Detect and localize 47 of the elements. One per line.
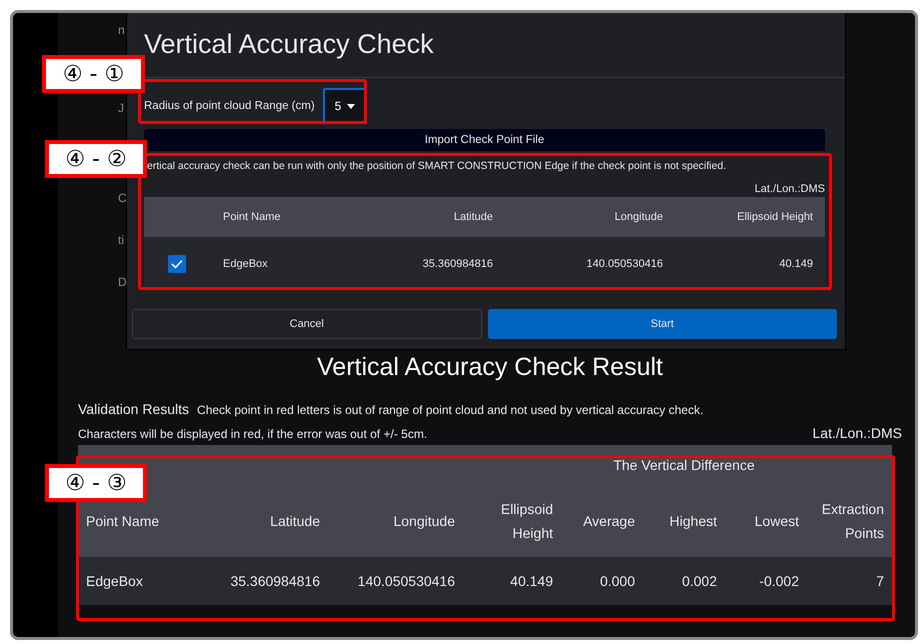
background-label: n — [118, 23, 125, 37]
table-cell: 140.050530416 — [505, 237, 675, 291]
background-label: C — [118, 191, 127, 205]
check-icon — [171, 259, 183, 269]
background-label: ti — [118, 233, 124, 247]
info-text: Check point in red letters is out of range of point cloud and not used by vertical accuracy check. — [197, 403, 704, 417]
caret-icon — [347, 104, 356, 108]
column-header: Ellipsoid Height — [500, 500, 554, 543]
table-cell: 35.360984816 — [360, 237, 505, 291]
checkbox[interactable] — [168, 255, 186, 273]
table-cell: 0.002 — [643, 557, 725, 605]
column-header: Lowest — [754, 512, 800, 531]
callout-label: ④ - ③ — [45, 464, 147, 502]
coordinate-format: Lat./Lon.:DMS — [812, 425, 902, 441]
table-cell: EdgeBox — [78, 557, 200, 605]
background-label: J — [118, 101, 124, 115]
section-label: Validation Results — [78, 401, 190, 417]
column-header: Extraction Points — [820, 500, 885, 543]
start-button[interactable]: Start — [488, 309, 837, 339]
column-header: Longitude — [614, 210, 664, 225]
callout-label: ④ - ② — [45, 140, 147, 178]
column-header: Latitude — [452, 210, 494, 225]
table-cell: 140.050530416 — [328, 557, 463, 605]
info-text: Characters will be displayed in red, if the error was out of +/- 5cm. — [78, 427, 428, 441]
table-cell: -0.002 — [725, 557, 807, 605]
table-cell: 40.149 — [463, 557, 561, 605]
coordinate-format: Lat./Lon.:DMS — [754, 182, 826, 197]
radius-label: Radius of point cloud Range (cm) — [144, 100, 315, 112]
group-header: The Vertical Difference — [612, 456, 756, 475]
column-header: Point Name — [222, 210, 282, 225]
table-cell: 35.360984816 — [200, 557, 328, 605]
column-header: Ellipsoid Height — [736, 210, 814, 225]
column-header: Average — [582, 512, 636, 531]
result-title: Vertical Accuracy Check Result — [316, 353, 664, 383]
cancel-button[interactable]: Cancel — [132, 309, 482, 339]
table-cell: EdgeBox — [210, 237, 360, 291]
callout-label: ④ - ① — [42, 55, 145, 93]
column-header: Point Name — [85, 512, 160, 531]
import-button[interactable]: Import Check Point File — [144, 129, 825, 151]
column-header: Longitude — [392, 512, 456, 531]
table-cell: 40.149 — [675, 237, 825, 291]
info-text: ertical accuracy check can be run with only the position of SMART CONSTRUCTION Edge if the check point is not specified. — [146, 159, 728, 173]
column-header: Highest — [668, 512, 718, 531]
table-cell: 7 — [807, 557, 892, 605]
column-header: Latitude — [269, 512, 321, 531]
background-label: D — [118, 275, 127, 289]
table-cell: 0.000 — [561, 557, 643, 605]
